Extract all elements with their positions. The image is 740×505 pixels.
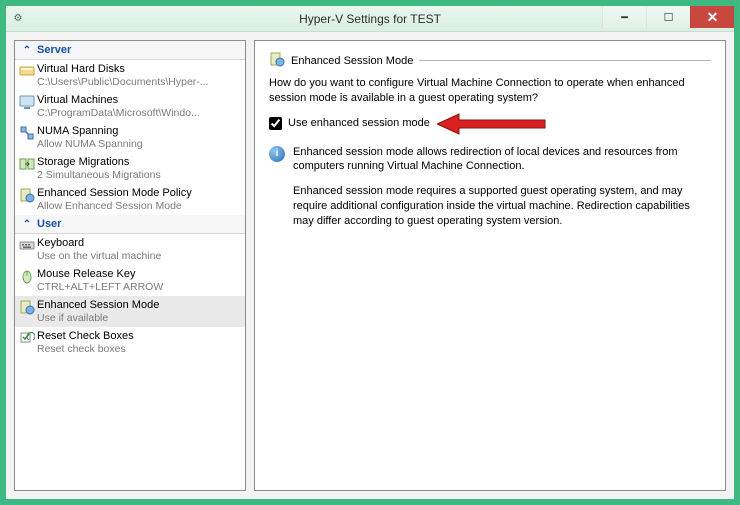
nav-item-label: Enhanced Session Mode [37,299,241,311]
nav-item-label: Virtual Hard Disks [37,63,241,75]
reset-icon [19,330,35,346]
minimize-icon: ━ [621,11,628,24]
use-esm-checkbox[interactable] [269,117,282,130]
nav-item-mouse-release[interactable]: Mouse Release Key CTRL+ALT+LEFT ARROW [15,265,245,296]
nav-panel: ⌃ Server Virtual Hard Disks C:\Users\Pub… [14,40,246,491]
close-icon: ✕ [707,9,719,26]
nav-section-server[interactable]: ⌃ Server [15,41,245,60]
header-divider [419,60,711,61]
migration-icon [19,156,35,172]
nav-item-sub: Reset check boxes [37,343,241,355]
numa-icon [19,125,35,141]
collapse-icon: ⌃ [21,219,33,230]
nav-item-sub: Allow Enhanced Session Mode [37,200,241,212]
nav-item-keyboard[interactable]: Keyboard Use on the virtual machine [15,234,245,265]
info-para-2: Enhanced session mode requires a support… [293,184,711,229]
info-icon: i [269,146,285,162]
nav-section-user[interactable]: ⌃ User [15,215,245,234]
detail-icon [269,51,285,70]
policy-icon [19,187,35,203]
detail-question: How do you want to configure Virtual Mac… [269,76,711,106]
info-block: i Enhanced session mode allows redirecti… [269,145,711,239]
content-area: ⌃ Server Virtual Hard Disks C:\Users\Pub… [6,32,734,499]
vm-icon [19,94,35,110]
maximize-button[interactable]: ☐ [646,6,690,28]
titlebar: ⚙ Hyper-V Settings for TEST ━ ☐ ✕ [6,6,734,32]
section-label: Server [37,44,71,56]
nav-item-label: Virtual Machines [37,94,241,106]
nav-item-sub: C:\ProgramData\Microsoft\Windo... [37,107,241,119]
esm-icon [19,299,35,315]
nav-item-label: NUMA Spanning [37,125,241,137]
mouse-icon [19,268,35,284]
close-button[interactable]: ✕ [690,6,734,28]
info-text: Enhanced session mode allows redirection… [293,145,711,239]
nav-item-sub: 2 Simultaneous Migrations [37,169,241,181]
detail-panel: Enhanced Session Mode How do you want to… [254,40,726,491]
info-para-1: Enhanced session mode allows redirection… [293,145,711,175]
nav-item-sub: C:\Users\Public\Documents\Hyper-... [37,76,241,88]
nav-item-virtual-machines[interactable]: Virtual Machines C:\ProgramData\Microsof… [15,91,245,122]
keyboard-icon [19,237,35,253]
callout-arrow [437,112,547,136]
maximize-icon: ☐ [664,11,674,24]
section-label: User [37,218,61,230]
nav-item-label: Keyboard [37,237,241,249]
checkbox-row: Use enhanced session mode [269,116,711,131]
nav-item-numa-spanning[interactable]: NUMA Spanning Allow NUMA Spanning [15,122,245,153]
nav-item-enhanced-session-mode[interactable]: Enhanced Session Mode Use if available [15,296,245,327]
nav-item-storage-migrations[interactable]: Storage Migrations 2 Simultaneous Migrat… [15,153,245,184]
app-icon: ⚙ [10,10,26,26]
checkbox-label[interactable]: Use enhanced session mode [288,116,430,131]
nav-item-label: Reset Check Boxes [37,330,241,342]
collapse-icon: ⌃ [21,45,33,56]
nav-item-sub: CTRL+ALT+LEFT ARROW [37,281,241,293]
settings-window: ⚙ Hyper-V Settings for TEST ━ ☐ ✕ ⌃ Serv… [0,0,740,505]
nav-item-label: Mouse Release Key [37,268,241,280]
minimize-button[interactable]: ━ [602,6,646,28]
detail-title: Enhanced Session Mode [291,55,413,67]
window-controls: ━ ☐ ✕ [602,6,734,28]
nav-item-sub: Use if available [37,312,241,324]
detail-body: How do you want to configure Virtual Mac… [269,76,711,239]
detail-header: Enhanced Session Mode [269,51,711,70]
disk-icon [19,63,35,79]
nav-item-label: Enhanced Session Mode Policy [37,187,241,199]
nav-item-esm-policy[interactable]: Enhanced Session Mode Policy Allow Enhan… [15,184,245,215]
nav-item-label: Storage Migrations [37,156,241,168]
window-title: Hyper-V Settings for TEST [299,12,441,26]
nav-item-virtual-hard-disks[interactable]: Virtual Hard Disks C:\Users\Public\Docum… [15,60,245,91]
nav-item-reset-checkboxes[interactable]: Reset Check Boxes Reset check boxes [15,327,245,358]
nav-item-sub: Use on the virtual machine [37,250,241,262]
nav-item-sub: Allow NUMA Spanning [37,138,241,150]
